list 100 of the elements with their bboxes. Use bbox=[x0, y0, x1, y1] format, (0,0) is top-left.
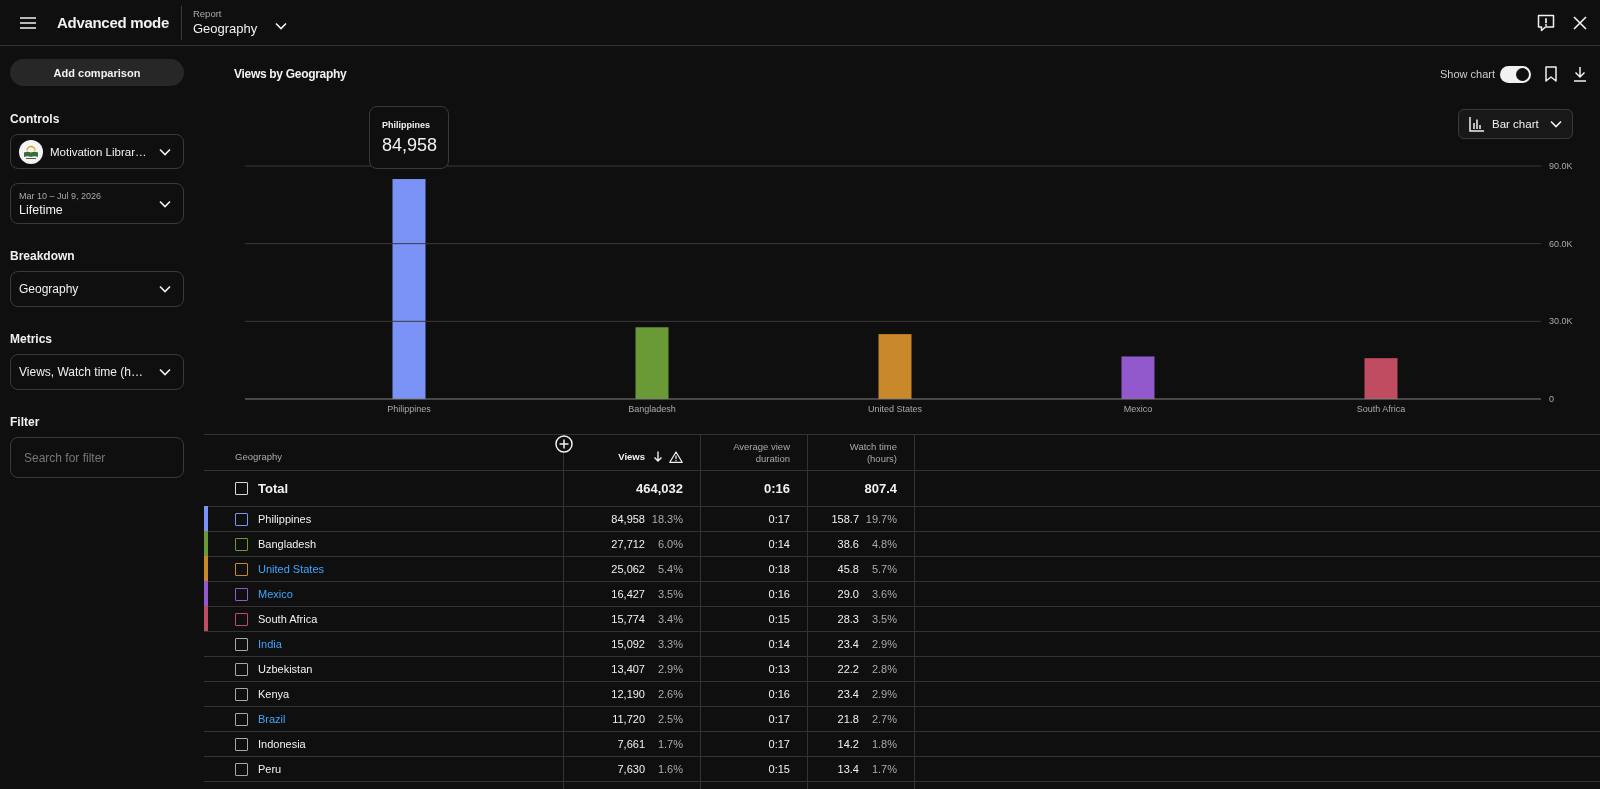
share-cell-text: 3.6% bbox=[870, 588, 897, 600]
table-cell: 0:15 bbox=[768, 613, 790, 625]
tooltip-value: 84,958 bbox=[382, 134, 438, 157]
axis-tick-label: 0 bbox=[1549, 394, 1554, 404]
axis-category-label: United States bbox=[868, 404, 922, 414]
checkbox[interactable] bbox=[235, 637, 248, 651]
app-title: Advanced mode bbox=[57, 14, 169, 31]
axis-tick-label: 60.0K bbox=[1549, 238, 1573, 249]
sort-down-arrow-icon[interactable] bbox=[653, 451, 663, 462]
share-cell-text: 2.7% bbox=[870, 713, 897, 725]
country-name: Uzbekistan bbox=[258, 663, 313, 675]
share-cell-text: 2.8% bbox=[870, 663, 897, 675]
table-cell: 0:17 bbox=[768, 713, 790, 725]
table-cell: 25,062 bbox=[611, 563, 645, 575]
warning-icon[interactable] bbox=[669, 450, 683, 463]
feedback-icon[interactable] bbox=[1537, 13, 1555, 32]
checkbox[interactable] bbox=[235, 687, 248, 701]
share-cell-text: 2.5% bbox=[656, 713, 683, 725]
country-name: Indonesia bbox=[258, 738, 306, 750]
checkbox[interactable] bbox=[235, 562, 248, 576]
add-column-icon[interactable] bbox=[555, 435, 573, 453]
column-header[interactable]: Average view duration bbox=[718, 440, 790, 465]
download-icon[interactable] bbox=[1573, 66, 1587, 82]
checkbox[interactable] bbox=[235, 662, 248, 676]
table-cell: 464,032 bbox=[636, 481, 683, 496]
table-cell: 7,630 bbox=[617, 763, 645, 775]
column-header[interactable]: Geography bbox=[235, 451, 282, 463]
share-cell-text: 3.3% bbox=[656, 638, 683, 650]
search-field[interactable]: Search for filter bbox=[10, 437, 184, 478]
chevron-icon bbox=[1550, 120, 1562, 128]
share-cell-text: 5.4% bbox=[656, 563, 683, 575]
table-cell: 0:17 bbox=[768, 513, 790, 525]
add-comparison-button[interactable]: Add comparison bbox=[10, 59, 184, 86]
chevron-icon bbox=[275, 21, 288, 30]
show-chart-toggle[interactable] bbox=[1500, 65, 1531, 83]
chevron-icon bbox=[159, 285, 171, 293]
column-header[interactable]: Watch time (hours) bbox=[825, 440, 897, 465]
section-heading: Controls bbox=[10, 111, 61, 127]
table-cell: 0:13 bbox=[768, 663, 790, 675]
chart-title: Views by Geography bbox=[234, 67, 347, 81]
checkbox[interactable] bbox=[235, 612, 248, 626]
share-cell-text: 6.0% bbox=[656, 538, 683, 550]
table-cell: 158.7 bbox=[831, 513, 859, 525]
checkbox[interactable] bbox=[235, 712, 248, 726]
date-range-dropdown[interactable]: Mar 10 – Jul 9, 2026 Lifetime bbox=[10, 183, 184, 224]
chart-bar[interactable] bbox=[635, 327, 669, 399]
share-cell-text: 4.8% bbox=[870, 538, 897, 550]
share-cell-text: 18.3% bbox=[650, 513, 683, 525]
table-cell: 29.0 bbox=[837, 588, 859, 600]
table-cell: 0:14 bbox=[768, 538, 790, 550]
share-cell-text: 2.9% bbox=[870, 638, 897, 650]
table-cell: 21.8 bbox=[837, 713, 859, 725]
table-cell: 7,661 bbox=[617, 738, 645, 750]
checkbox[interactable] bbox=[235, 762, 248, 776]
select-dropdown[interactable]: Views, Watch time (h… bbox=[10, 354, 184, 390]
axis-category-label: Philippines bbox=[387, 404, 431, 414]
bar-chart-icon bbox=[1469, 116, 1485, 132]
country-link[interactable]: Mexico bbox=[258, 588, 293, 600]
axis-category-label: South Africa bbox=[1356, 404, 1406, 414]
country-name: Philippines bbox=[258, 513, 312, 525]
chevron-icon bbox=[159, 368, 171, 376]
share-cell-text: 3.5% bbox=[656, 588, 683, 600]
table-cell: 12,190 bbox=[611, 688, 645, 700]
menu-icon[interactable] bbox=[20, 16, 36, 29]
share-cell-text: 1.7% bbox=[656, 738, 683, 750]
select-dropdown[interactable]: Geography bbox=[10, 271, 184, 307]
report-dropdown[interactable]: Report Geography bbox=[192, 8, 288, 37]
share-cell-text: 2.9% bbox=[870, 688, 897, 700]
country-link[interactable]: Brazil bbox=[258, 713, 286, 725]
section-heading: Metrics bbox=[10, 331, 54, 347]
chart-bar[interactable] bbox=[878, 334, 912, 399]
table-cell: 84,958 bbox=[611, 513, 645, 525]
table-cell: 15,092 bbox=[611, 638, 645, 650]
axis-category-label: Mexico bbox=[1123, 404, 1153, 414]
table-cell: 22.2 bbox=[837, 663, 859, 675]
chevron-icon bbox=[159, 147, 171, 156]
table-cell: 0:17 bbox=[768, 738, 790, 750]
checkbox[interactable] bbox=[235, 537, 248, 551]
checkbox[interactable] bbox=[235, 587, 248, 601]
country-name: Kenya bbox=[258, 688, 290, 700]
column-header[interactable]: Views bbox=[618, 450, 645, 463]
share-cell-text: 1.8% bbox=[870, 738, 897, 750]
country-link[interactable]: United States bbox=[258, 563, 325, 575]
share-cell-text: 5.7% bbox=[870, 563, 897, 575]
checkbox[interactable] bbox=[235, 512, 248, 526]
chart-type-dropdown[interactable]: Bar chart bbox=[1458, 109, 1573, 139]
channel-dropdown[interactable]: Motivation Librar… bbox=[10, 134, 184, 169]
axis-tick-label: 30.0K bbox=[1549, 316, 1573, 327]
show-chart-label: Show chart bbox=[1439, 68, 1495, 80]
bookmark-icon[interactable] bbox=[1545, 66, 1557, 82]
checkbox[interactable] bbox=[235, 737, 248, 751]
country-link[interactable]: India bbox=[258, 638, 282, 650]
table-cell: 45.8 bbox=[837, 563, 859, 575]
section-heading: Breakdown bbox=[10, 248, 76, 264]
close-icon[interactable] bbox=[1573, 15, 1587, 30]
share-cell-text: 2.9% bbox=[656, 663, 683, 675]
tooltip-label: Philippines bbox=[382, 119, 430, 131]
chart-bar[interactable] bbox=[392, 179, 426, 399]
table-cell: 0:16 bbox=[763, 481, 790, 496]
table-cell: 15,774 bbox=[611, 613, 645, 625]
